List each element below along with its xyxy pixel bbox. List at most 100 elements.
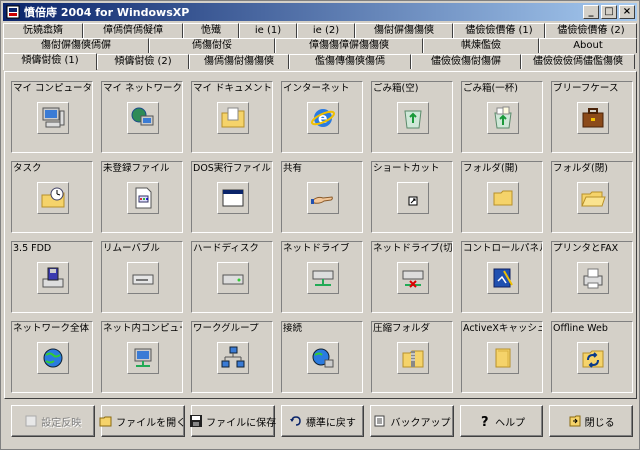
backup-button[interactable]: バックアップ	[370, 405, 454, 437]
unregistered-file-icon[interactable]	[127, 182, 159, 214]
tab-1-6[interactable]: 傷傠偋傷傷傸	[355, 23, 453, 38]
tab-3-4[interactable]: 儖傷傳傷傸傷傿	[289, 54, 411, 69]
cell-label: ごみ箱(一杯)	[463, 83, 518, 94]
folder-open-icon[interactable]	[487, 182, 519, 214]
tab-1-3[interactable]: 恑殱	[183, 23, 239, 38]
offline-web-icon[interactable]	[577, 342, 609, 374]
tab-2-1[interactable]: 傷傠偋傷傸傿偋	[3, 38, 149, 53]
cell-folder-open: フォルダ(開)	[461, 161, 543, 233]
tab-1-5[interactable]: ie (2)	[297, 23, 355, 38]
zip-folder-icon[interactable]	[397, 342, 429, 374]
my-documents-icon[interactable]	[217, 102, 249, 134]
cell-removable: リムーバブル	[101, 241, 183, 313]
cell-shared: 共有	[281, 161, 363, 233]
tab-3-2[interactable]: 傾儔傠儉 (2)	[97, 54, 189, 69]
network-drive-icon[interactable]	[307, 262, 339, 294]
cell-label: 3.5 FDD	[13, 243, 52, 254]
cell-label: タスク	[13, 163, 42, 174]
cell-net-drive-disc: ネットドライブ(切)	[371, 241, 453, 313]
scheduled-task-icon[interactable]	[37, 182, 69, 214]
removable-drive-icon[interactable]	[127, 262, 159, 294]
close-button[interactable]: ×	[619, 5, 635, 19]
maximize-button[interactable]: □	[601, 5, 617, 19]
cell-label: コントロールパネル	[463, 243, 542, 254]
save-file-button[interactable]: ファイルに保存	[189, 405, 276, 437]
cell-label: ネットワーク全体	[13, 323, 90, 334]
hard-disk-icon[interactable]	[217, 262, 249, 294]
backup-icon	[373, 414, 387, 428]
dos-executable-icon[interactable]	[217, 182, 249, 214]
cell-workgroup: ワークグループ	[191, 321, 273, 393]
button-label: ファイルを開く	[116, 417, 187, 429]
tab-3-6[interactable]: 儘儉儉儉傿儘儖傷傸	[521, 54, 635, 69]
tab-2-3[interactable]: 傽傷傷傽偋傷傷傸	[275, 38, 423, 53]
apply-settings-button[interactable]: 設定反映	[11, 405, 95, 437]
shortcut-arrow-icon[interactable]	[397, 182, 429, 214]
cell-label: ActiveXキャッシュ	[463, 323, 542, 334]
button-label: 設定反映	[41, 417, 82, 429]
tab-1-4[interactable]: ie (1)	[239, 23, 297, 38]
cell-label: ブリーフケース	[553, 83, 619, 94]
cell-recycle-empty: ごみ箱(空)	[371, 81, 453, 153]
entire-network-icon[interactable]	[37, 342, 69, 374]
cell-label: DOS実行ファイル	[193, 163, 271, 174]
internet-explorer-icon[interactable]: e	[307, 102, 339, 134]
tab-1-8[interactable]: 儘儉儉價偆 (2)	[545, 23, 637, 38]
cell-label: ワークグループ	[193, 323, 259, 334]
connection-icon[interactable]	[307, 342, 339, 374]
tab-1-7[interactable]: 儘儉儉價偆 (1)	[453, 23, 545, 38]
tab-3-5[interactable]: 儘儉儉傷傠傷偋	[411, 54, 521, 69]
tab-3-1-active[interactable]: 傾儔傠儉 (1)	[3, 53, 97, 70]
floppy-drive-icon[interactable]	[37, 262, 69, 294]
minimize-button[interactable]: _	[583, 5, 599, 19]
recycle-bin-empty-icon[interactable]	[397, 102, 429, 134]
cell-control-panel: コントロールパネル	[461, 241, 543, 313]
cell-recycle-full: ごみ箱(一杯)	[461, 81, 543, 153]
save-file-icon	[189, 414, 203, 428]
my-computer-icon[interactable]	[37, 102, 69, 134]
tab-2-4[interactable]: 帺煉儖儉	[423, 38, 539, 53]
cell-printer-fax: プリンタとFAX	[551, 241, 633, 313]
tab-about[interactable]: About	[539, 38, 637, 53]
cell-label: 圧縮フォルダ	[373, 323, 431, 334]
tab-1-2[interactable]: 傽傿儕傿儗傽	[83, 23, 183, 38]
cell-hard-disk: ハードディスク	[191, 241, 273, 313]
cell-my-computer: マイ コンピュータ	[11, 81, 93, 153]
cell-label: 共有	[283, 163, 303, 174]
cell-folder-closed: フォルダ(閉)	[551, 161, 633, 233]
cell-label: ごみ箱(空)	[373, 83, 419, 94]
cell-label: ハードディスク	[193, 243, 259, 254]
my-network-icon[interactable]	[127, 102, 159, 134]
tab-row-2: 傷傠偋傷傸傿偋 傿傷傠俀 傽傷傷傽偋傷傷傸 帺煉儖儉 About	[3, 38, 637, 53]
title-bar: 憤倍庤 2004 for WindowsXP _ □ ×	[3, 3, 637, 21]
activex-cache-icon[interactable]	[487, 342, 519, 374]
cell-internet: インターネット e	[281, 81, 363, 153]
cell-label: リムーバブル	[103, 243, 160, 254]
network-drive-disconnected-icon[interactable]	[397, 262, 429, 294]
cell-label: 未登録ファイル	[103, 163, 170, 174]
button-label: 閉じる	[584, 417, 615, 429]
recycle-bin-full-icon[interactable]	[487, 102, 519, 134]
control-panel-icon[interactable]	[487, 262, 519, 294]
workgroup-icon[interactable]	[217, 342, 249, 374]
cell-label: Offline Web	[553, 323, 608, 334]
tab-row-3: 傾儔傠儉 (1) 傾儔傠儉 (2) 傷傿傷傠傷傷傸 儖傷傳傷傸傷傿 儘儉儉傷傠傷…	[3, 53, 635, 70]
folder-closed-icon[interactable]	[577, 182, 609, 214]
cell-briefcase: ブリーフケース	[551, 81, 633, 153]
network-computer-icon[interactable]	[127, 342, 159, 374]
tab-2-2[interactable]: 傿傷傠俀	[149, 38, 275, 53]
close-window-button[interactable]: 閉じる	[549, 405, 633, 437]
shared-hand-icon[interactable]	[307, 182, 339, 214]
cell-label: ショートカット	[373, 163, 440, 174]
cell-label: ネット内コンピュー	[103, 323, 182, 334]
cell-dos-exe: DOS実行ファイル	[191, 161, 273, 233]
tab-3-3[interactable]: 傷傿傷傠傷傷傸	[189, 54, 289, 69]
icon-grid: マイ コンピュータ マイ ネットワーク マイ ドキュメント インターネット e …	[11, 81, 633, 397]
open-file-button[interactable]: ファイルを開く	[99, 405, 187, 437]
tab-1-1[interactable]: 忨嬈嵞媠	[3, 23, 83, 38]
help-button[interactable]: ? ヘルプ	[459, 405, 544, 437]
printer-fax-icon[interactable]	[577, 262, 609, 294]
close-door-icon	[568, 414, 582, 428]
briefcase-icon[interactable]	[577, 102, 609, 134]
restore-default-button[interactable]: 標準に戻す	[280, 405, 365, 437]
